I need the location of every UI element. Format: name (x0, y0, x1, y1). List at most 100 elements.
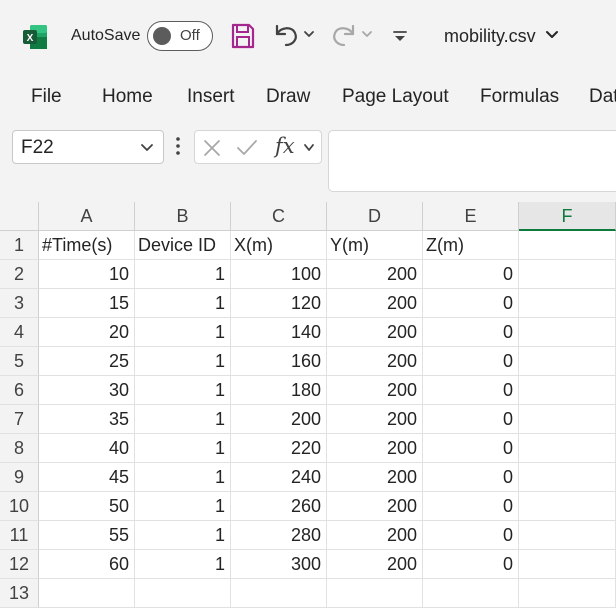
customize-toolbar-icon[interactable] (392, 28, 408, 44)
cell-f1[interactable] (519, 231, 616, 260)
undo-dropdown-chevron-icon[interactable] (303, 29, 315, 39)
row-header[interactable]: 6 (0, 376, 39, 405)
column-header-d[interactable]: D (327, 202, 423, 231)
cell-d12[interactable]: 200 (327, 550, 423, 579)
column-header-c[interactable]: C (231, 202, 327, 231)
cell-b1[interactable]: Device ID (135, 231, 231, 260)
cell-f11[interactable] (519, 521, 616, 550)
tab-file[interactable]: File (31, 86, 62, 108)
row-header[interactable]: 3 (0, 289, 39, 318)
cell-d7[interactable]: 200 (327, 405, 423, 434)
insert-function-icon[interactable]: fx (275, 134, 295, 158)
cell-e7[interactable]: 0 (423, 405, 519, 434)
tab-home[interactable]: Home (102, 86, 153, 108)
cell-b8[interactable]: 1 (135, 434, 231, 463)
file-name-chevron-down-icon[interactable] (545, 30, 559, 40)
cell-f9[interactable] (519, 463, 616, 492)
cell-e2[interactable]: 0 (423, 260, 519, 289)
cell-e8[interactable]: 0 (423, 434, 519, 463)
cell-b6[interactable]: 1 (135, 376, 231, 405)
cell-c2[interactable]: 100 (231, 260, 327, 289)
cell-d9[interactable]: 200 (327, 463, 423, 492)
tab-data[interactable]: Dat (589, 86, 616, 108)
row-header[interactable]: 11 (0, 521, 39, 550)
cell-b10[interactable]: 1 (135, 492, 231, 521)
cell-b5[interactable]: 1 (135, 347, 231, 376)
redo-dropdown-chevron-icon[interactable] (361, 29, 373, 39)
row-header[interactable]: 1 (0, 231, 39, 260)
cancel-icon[interactable] (203, 139, 221, 157)
column-header-b[interactable]: B (135, 202, 231, 231)
cell-c1[interactable]: X(m) (231, 231, 327, 260)
cell-c13[interactable] (231, 579, 327, 608)
column-header-f[interactable]: F (519, 202, 616, 231)
cell-e5[interactable]: 0 (423, 347, 519, 376)
row-header[interactable]: 7 (0, 405, 39, 434)
more-options-icon[interactable] (174, 135, 182, 157)
column-header-e[interactable]: E (423, 202, 519, 231)
cell-d6[interactable]: 200 (327, 376, 423, 405)
cell-c4[interactable]: 140 (231, 318, 327, 347)
row-header[interactable]: 4 (0, 318, 39, 347)
cell-c12[interactable]: 300 (231, 550, 327, 579)
cell-a8[interactable]: 40 (39, 434, 135, 463)
cell-e1[interactable]: Z(m) (423, 231, 519, 260)
cell-a12[interactable]: 60 (39, 550, 135, 579)
cell-f10[interactable] (519, 492, 616, 521)
row-header[interactable]: 9 (0, 463, 39, 492)
cell-b11[interactable]: 1 (135, 521, 231, 550)
cell-b13[interactable] (135, 579, 231, 608)
save-icon[interactable] (230, 22, 256, 50)
cell-c8[interactable]: 220 (231, 434, 327, 463)
cell-d4[interactable]: 200 (327, 318, 423, 347)
cell-a4[interactable]: 20 (39, 318, 135, 347)
row-header[interactable]: 13 (0, 579, 39, 608)
cell-f5[interactable] (519, 347, 616, 376)
cell-a5[interactable]: 25 (39, 347, 135, 376)
row-header[interactable]: 10 (0, 492, 39, 521)
tab-formulas[interactable]: Formulas (480, 86, 559, 108)
cell-e12[interactable]: 0 (423, 550, 519, 579)
tab-insert[interactable]: Insert (187, 86, 235, 108)
cell-e6[interactable]: 0 (423, 376, 519, 405)
cell-c6[interactable]: 180 (231, 376, 327, 405)
autosave-toggle[interactable]: Off (147, 21, 213, 51)
cell-d5[interactable]: 200 (327, 347, 423, 376)
cell-d8[interactable]: 200 (327, 434, 423, 463)
cell-d1[interactable]: Y(m) (327, 231, 423, 260)
cell-f8[interactable] (519, 434, 616, 463)
cell-c9[interactable]: 240 (231, 463, 327, 492)
cell-e10[interactable]: 0 (423, 492, 519, 521)
cell-b2[interactable]: 1 (135, 260, 231, 289)
cell-f3[interactable] (519, 289, 616, 318)
cell-d11[interactable]: 200 (327, 521, 423, 550)
cell-a10[interactable]: 50 (39, 492, 135, 521)
column-header-a[interactable]: A (39, 202, 135, 231)
cell-e11[interactable]: 0 (423, 521, 519, 550)
cell-a2[interactable]: 10 (39, 260, 135, 289)
cell-d2[interactable]: 200 (327, 260, 423, 289)
cell-b7[interactable]: 1 (135, 405, 231, 434)
cell-f4[interactable] (519, 318, 616, 347)
cell-a6[interactable]: 30 (39, 376, 135, 405)
cell-b4[interactable]: 1 (135, 318, 231, 347)
cell-e9[interactable]: 0 (423, 463, 519, 492)
row-header[interactable]: 5 (0, 347, 39, 376)
cell-f7[interactable] (519, 405, 616, 434)
cell-d10[interactable]: 200 (327, 492, 423, 521)
cell-d13[interactable] (327, 579, 423, 608)
cell-b9[interactable]: 1 (135, 463, 231, 492)
cell-a13[interactable] (39, 579, 135, 608)
cell-a11[interactable]: 55 (39, 521, 135, 550)
enter-check-icon[interactable] (236, 139, 258, 157)
cell-e3[interactable]: 0 (423, 289, 519, 318)
cell-f13[interactable] (519, 579, 616, 608)
cell-e4[interactable]: 0 (423, 318, 519, 347)
row-header[interactable]: 2 (0, 260, 39, 289)
cell-a1[interactable]: #Time(s) (39, 231, 135, 260)
cell-a3[interactable]: 15 (39, 289, 135, 318)
select-all-corner[interactable] (0, 202, 39, 231)
name-box-chevron-down-icon[interactable] (140, 143, 154, 153)
cell-b12[interactable]: 1 (135, 550, 231, 579)
cell-c5[interactable]: 160 (231, 347, 327, 376)
